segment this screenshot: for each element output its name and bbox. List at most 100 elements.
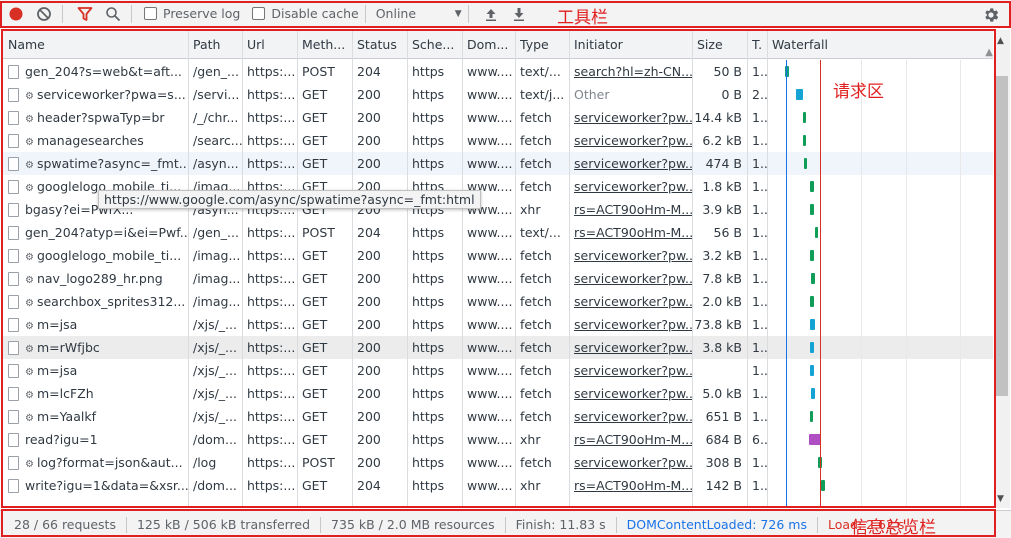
cell-initiator[interactable]: serviceworker?pw... <box>569 336 692 359</box>
table-row[interactable]: ⚙ log?format=json&aut... /log https:... POST… <box>3 451 993 474</box>
file-icon <box>8 364 19 378</box>
column-header-url[interactable]: Url <box>242 30 297 59</box>
record-button[interactable] <box>4 2 28 26</box>
cell-initiator[interactable]: serviceworker?pw... <box>569 267 692 290</box>
cell-time: 1... <box>752 317 767 332</box>
cell-initiator[interactable]: serviceworker?pw... <box>569 359 692 382</box>
scroll-down-icon[interactable]: ▼ <box>997 494 1004 504</box>
preserve-log-checkbox[interactable]: Preserve log <box>144 6 240 21</box>
cell-initiator[interactable]: rs=ACT90oHm-M... <box>569 474 692 497</box>
cell-status: 200 <box>357 248 381 263</box>
cell-initiator[interactable]: search?hl=zh-CN... <box>569 60 692 83</box>
cell-status: 204 <box>357 478 381 493</box>
cell-url: https:... <box>247 156 296 171</box>
cell-initiator[interactable]: serviceworker?pw... <box>569 175 692 198</box>
cell-domain: www.... <box>467 110 513 125</box>
column-header-time[interactable]: T. <box>747 30 767 59</box>
table-row[interactable]: ⚙ m=jsa/xjs/_... https:... GET 200 https www..… <box>3 313 993 336</box>
table-row[interactable]: ⚙ m=lcFZh/xjs/_... https:... GET 200 https www… <box>3 382 993 405</box>
column-header-type[interactable]: Type <box>515 30 569 59</box>
table-row[interactable]: ⚙ nav_logo289_hr.png/imag... https:... GET 2… <box>3 267 993 290</box>
filter-button[interactable] <box>73 2 97 26</box>
table-row[interactable]: ⚙ m=Yaalkf/xjs/_... https:... GET 200 https ww… <box>3 405 993 428</box>
cell-initiator[interactable]: serviceworker?pw... <box>569 290 692 313</box>
clear-button[interactable] <box>32 2 56 26</box>
toolbar-divider <box>364 4 366 23</box>
cell-time: 1... <box>752 478 767 493</box>
column-header-method[interactable]: Meth... <box>297 30 352 59</box>
cell-initiator[interactable]: serviceworker?pw... <box>569 382 692 405</box>
column-header-initiator[interactable]: Initiator <box>569 30 692 59</box>
waterfall-bar <box>810 204 814 215</box>
file-icon <box>8 134 19 148</box>
column-header-status[interactable]: Status <box>352 30 407 59</box>
cell-initiator[interactable]: serviceworker?pw... <box>569 405 692 428</box>
table-row[interactable]: write?igu=1&data=&xsr... /dom... https:...… <box>3 474 993 497</box>
cell-scheme: https <box>412 478 445 493</box>
cell-path: /gen_... <box>193 64 239 79</box>
cell-initiator[interactable]: serviceworker?pw... <box>569 451 692 474</box>
file-icon <box>8 318 19 332</box>
column-header-path[interactable]: Path <box>188 30 242 59</box>
table-row[interactable]: ⚙ m=rWfjbc/xjs/_... https:... GET 200 https ww… <box>3 336 993 359</box>
table-row[interactable]: ⚙ header?spwaTyp=br /_/chr... https:... GET 2… <box>3 106 993 129</box>
column-header-scheme[interactable]: Sche... <box>407 30 462 59</box>
cell-initiator[interactable]: serviceworker?pw... <box>569 106 692 129</box>
service-worker-icon: ⚙ <box>25 114 34 125</box>
import-har-button[interactable] <box>479 2 503 26</box>
table-row[interactable]: ⚙ managesearches/searc... https:... GET 200 h… <box>3 129 993 152</box>
scroll-up-icon[interactable]: ▲ <box>997 36 1004 46</box>
column-header-size[interactable]: Size <box>692 30 747 59</box>
cell-time: 1... <box>752 64 767 79</box>
search-button[interactable] <box>101 2 125 26</box>
file-icon <box>8 203 19 217</box>
throttling-select[interactable]: Online ▼ <box>376 6 462 21</box>
cell-name: ⚙ m=lcFZh <box>3 382 188 405</box>
cell-url: https:... <box>247 271 296 286</box>
service-worker-icon: ⚙ <box>25 367 34 378</box>
checkbox-box[interactable] <box>252 7 266 20</box>
cell-time: 1... <box>752 340 767 355</box>
cell-initiator[interactable]: rs=ACT90oHm-M... <box>569 221 692 244</box>
cell-initiator[interactable]: serviceworker?pw... <box>569 313 692 336</box>
cell-initiator[interactable]: serviceworker?pw... <box>569 152 692 175</box>
disable-cache-checkbox[interactable]: Disable cache <box>252 6 359 21</box>
vertical-scrollbar[interactable]: ▲ ▼ <box>994 30 1010 508</box>
settings-button[interactable] <box>979 3 1003 27</box>
scroll-thumb[interactable] <box>996 76 1008 396</box>
table-row[interactable]: ⚙ searchbox_sprites312... /imag... https:..… <box>3 290 993 313</box>
cell-type: fetch <box>520 409 552 424</box>
table-row[interactable]: ⚙ spwatime?async=_fmt... /asyn... https:...… <box>3 152 993 175</box>
export-har-button[interactable] <box>507 2 531 26</box>
checkbox-box[interactable] <box>144 7 157 20</box>
table-row[interactable]: ⚙ m=jsa/xjs/_... https:... GET 200 https www..… <box>3 359 993 382</box>
column-header-domain[interactable]: Dom... <box>462 30 515 59</box>
table-row[interactable]: gen_204?atyp=i&ei=Pwf... /gen_... https:..… <box>3 221 993 244</box>
cell-initiator[interactable]: rs=ACT90oHm-M... <box>569 428 692 451</box>
cell-size: 1.8 kB <box>702 179 742 194</box>
cell-type: fetch <box>520 294 552 309</box>
table-row[interactable]: read?igu=1/dom... https:... GET 200 https www… <box>3 428 993 451</box>
cell-time: 1... <box>752 179 767 194</box>
cell-name: ⚙ managesearches <box>3 129 188 152</box>
cell-initiator[interactable]: serviceworker?pw... <box>569 129 692 152</box>
cell-time: 1... <box>752 271 767 286</box>
waterfall-bar <box>803 112 806 123</box>
cell-initiator[interactable]: serviceworker?pw... <box>569 244 692 267</box>
cell-name: gen_204?atyp=i&ei=Pwf... <box>3 221 188 244</box>
url-tooltip: https://www.google.com/async/spwatime?as… <box>98 190 481 209</box>
cell-method: POST <box>302 225 335 240</box>
column-header-waterfall[interactable]: Waterfall ▲ <box>767 30 993 59</box>
column-header-name[interactable]: Name <box>3 30 188 59</box>
file-icon <box>8 410 19 424</box>
cell-initiator[interactable]: rs=ACT90oHm-M... <box>569 198 692 221</box>
cell-scheme: https <box>412 64 445 79</box>
cell-size: 14.4 kB <box>694 110 742 125</box>
cell-scheme: https <box>412 110 445 125</box>
file-icon <box>8 272 19 286</box>
cell-size: 7.8 kB <box>702 271 742 286</box>
request-name: serviceworker?pwa=s... <box>36 87 186 102</box>
filter-icon <box>77 6 93 21</box>
waterfall-bar <box>810 365 814 376</box>
table-row[interactable]: ⚙ googlelogo_mobile_ti... /imag... https:..… <box>3 244 993 267</box>
